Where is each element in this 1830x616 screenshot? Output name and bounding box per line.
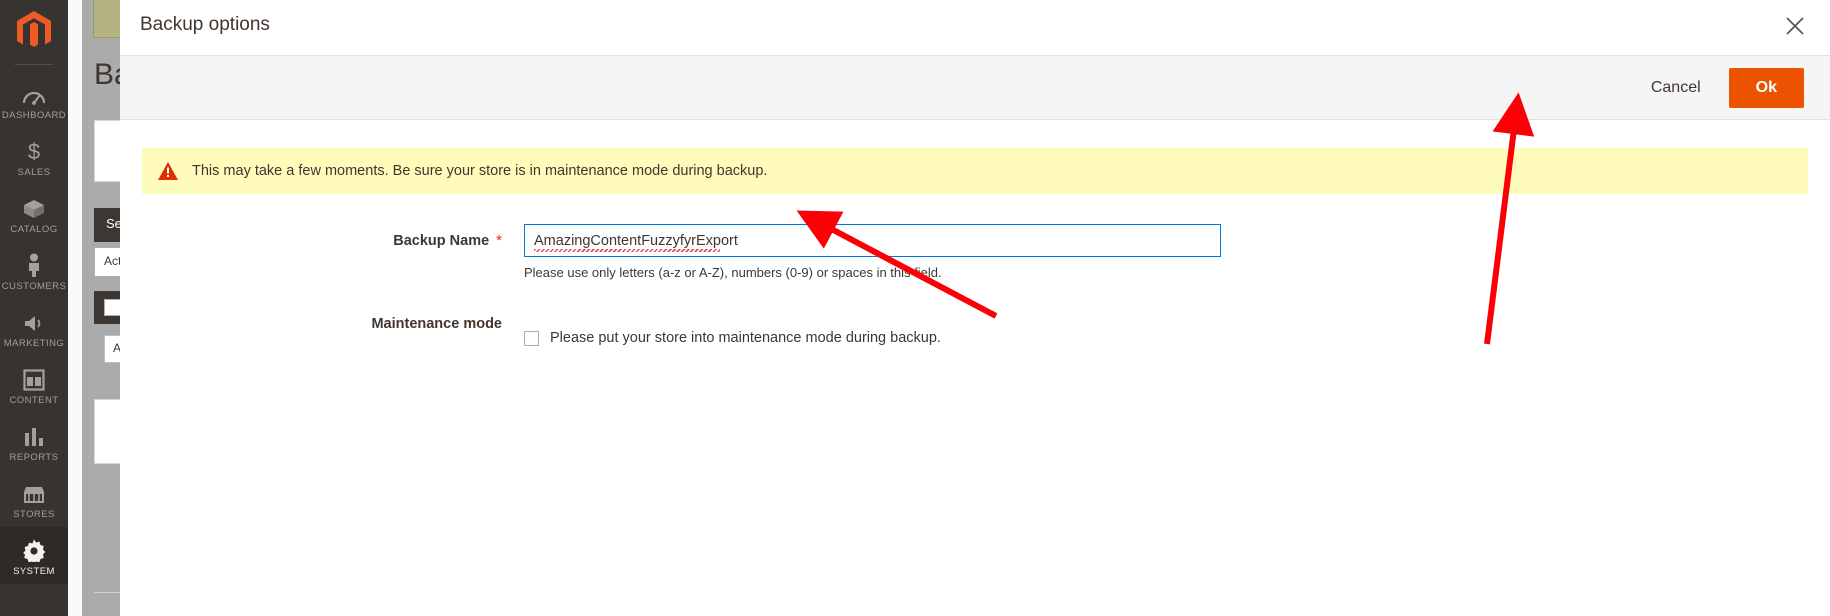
backup-name-input[interactable]	[524, 224, 1221, 257]
warning-triangle-icon	[158, 162, 178, 180]
sidebar-item-customers[interactable]: CUSTOMERS	[0, 242, 68, 299]
sidebar-item-content[interactable]: CONTENT	[0, 356, 68, 413]
backup-name-row: Backup Name * Please use only letters (a-…	[142, 224, 1808, 280]
maintenance-mode-label: Maintenance mode	[371, 316, 502, 332]
box-icon	[22, 194, 46, 220]
modal-action-bar: Cancel Ok	[120, 55, 1830, 120]
backup-options-modal: Backup options Cancel Ok This may take a…	[120, 0, 1830, 616]
backup-name-label-text: Backup Name	[393, 233, 490, 249]
sidebar-item-label: MARKETING	[3, 338, 65, 349]
modal-body: This may take a few moments. Be sure you…	[120, 148, 1830, 346]
page-left-strip	[68, 0, 82, 616]
sidebar-item-label: CUSTOMERS	[1, 281, 67, 292]
backup-name-note: Please use only letters (a-z or A-Z), nu…	[524, 265, 942, 280]
sidebar-item-sales[interactable]: $ SALES	[0, 128, 68, 185]
sidebar-item-label: CATALOG	[10, 224, 58, 235]
admin-sidebar: DASHBOARD $ SALES CATALOG CUSTOMERS MARK…	[0, 0, 68, 616]
maintenance-mode-checkbox-label: Please put your store into maintenance m…	[550, 330, 941, 346]
maintenance-mode-checkbox[interactable]	[524, 330, 539, 346]
megaphone-icon	[22, 308, 46, 334]
modal-header: Backup options	[120, 0, 1830, 55]
magento-logo-icon[interactable]	[0, 0, 68, 62]
gear-icon	[22, 536, 46, 562]
layout-icon	[23, 365, 45, 391]
close-icon[interactable]	[1780, 11, 1810, 41]
backup-name-label: Backup Name *	[142, 224, 502, 249]
cancel-button[interactable]: Cancel	[1637, 71, 1715, 105]
sidebar-item-system[interactable]: SYSTEM	[0, 527, 68, 584]
sidebar-item-label: DASHBOARD	[1, 110, 67, 121]
sidebar-item-label: SALES	[17, 167, 51, 178]
spellcheck-underline	[534, 249, 720, 252]
maintenance-mode-row: Maintenance mode Please put your store i…	[142, 308, 1808, 346]
screen-root: DASHBOARD $ SALES CATALOG CUSTOMERS MARK…	[0, 0, 1830, 616]
bar-chart-icon	[23, 422, 45, 448]
sidebar-item-reports[interactable]: REPORTS	[0, 413, 68, 470]
sidebar-item-stores[interactable]: STORES	[0, 470, 68, 527]
sidebar-divider	[15, 64, 53, 65]
sidebar-item-dashboard[interactable]: DASHBOARD	[0, 71, 68, 128]
required-marker: *	[496, 232, 502, 249]
sidebar-item-label: STORES	[13, 509, 55, 520]
sidebar-item-catalog[interactable]: CATALOG	[0, 185, 68, 242]
dashboard-icon	[22, 80, 46, 106]
ok-button[interactable]: Ok	[1728, 67, 1804, 108]
maintenance-warning-notice: This may take a few moments. Be sure you…	[142, 148, 1808, 194]
dollar-icon: $	[24, 137, 44, 163]
storefront-icon	[22, 479, 46, 505]
svg-text:$: $	[28, 139, 40, 163]
person-icon	[25, 251, 43, 277]
sidebar-item-label: SYSTEM	[13, 566, 55, 577]
sidebar-item-label: REPORTS	[9, 452, 59, 463]
sidebar-item-marketing[interactable]: MARKETING	[0, 299, 68, 356]
maintenance-mode-control: Please put your store into maintenance m…	[524, 308, 941, 346]
modal-title: Backup options	[140, 14, 270, 35]
sidebar-item-label: CONTENT	[9, 395, 59, 406]
notice-text: This may take a few moments. Be sure you…	[192, 163, 768, 179]
backup-name-control: Please use only letters (a-z or A-Z), nu…	[524, 224, 1221, 280]
